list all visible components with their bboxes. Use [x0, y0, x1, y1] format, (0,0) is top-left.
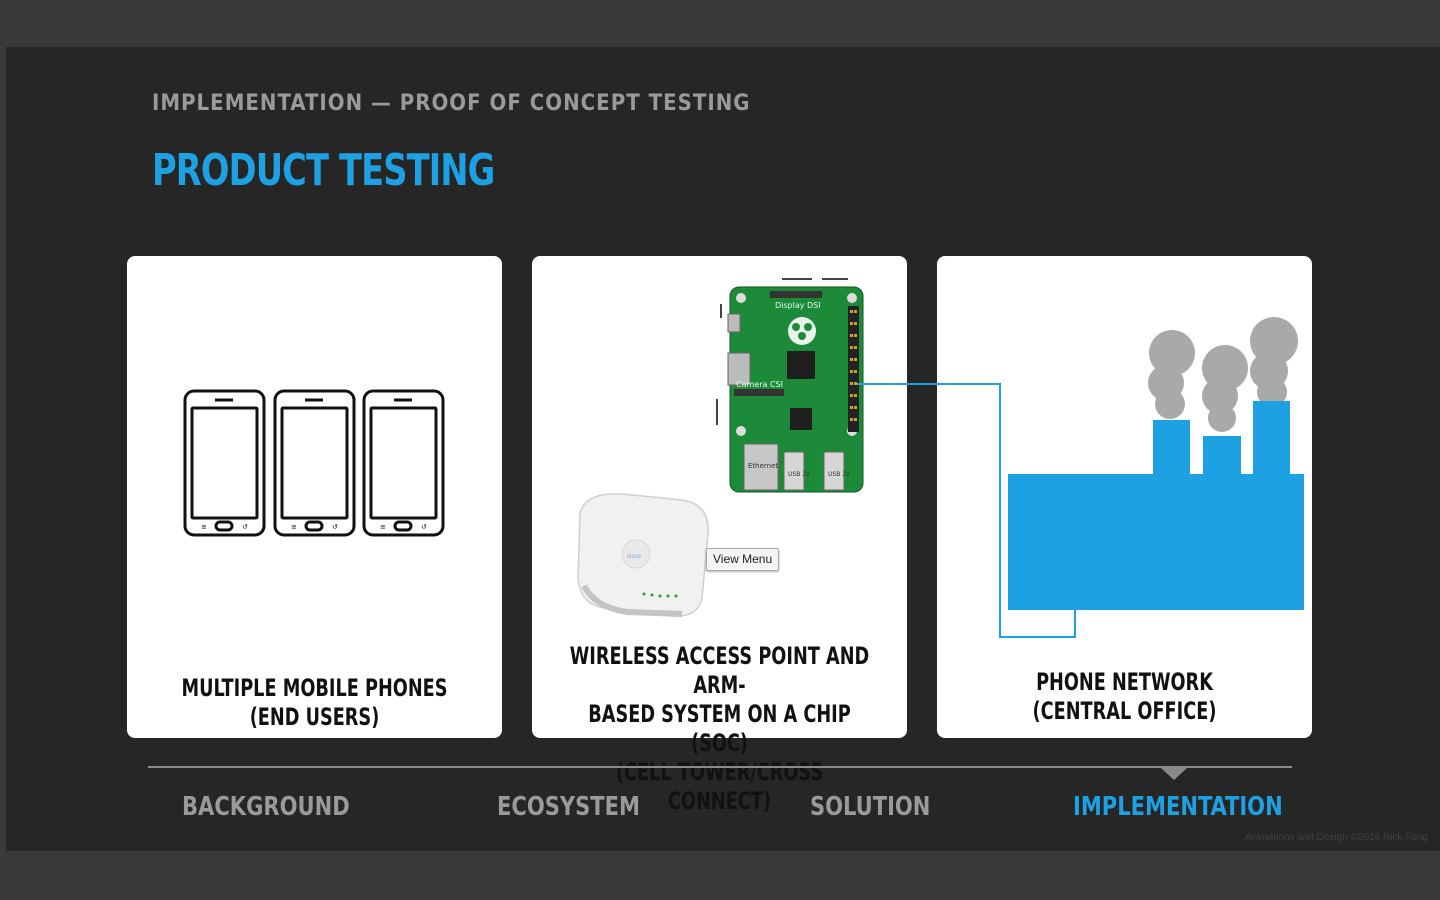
svg-text:USB 2x: USB 2x [788, 471, 810, 478]
svg-text:↺: ↺ [332, 523, 338, 531]
svg-text:Display DSI: Display DSI [775, 301, 821, 310]
access-point-device: cisco [577, 493, 709, 617]
nav-active-caret-icon [1161, 768, 1187, 780]
nav-divider [148, 766, 1292, 768]
card-phone-network: PHONE NETWORK (CENTRAL OFFICE) [937, 256, 1312, 738]
factory-icon [1008, 317, 1304, 610]
nav-item-implementation[interactable]: IMPLEMENTATION [1073, 792, 1283, 822]
smartphones-icon: ≡ ↺ ≡ ↺ ≡ ↺ [183, 389, 445, 537]
svg-text:≡: ≡ [380, 523, 386, 531]
svg-text:≡: ≡ [291, 523, 297, 531]
svg-text:↺: ↺ [421, 523, 427, 531]
card-label: MULTIPLE MOBILE PHONES (END USERS) [181, 674, 448, 731]
svg-text:Camera CSI: Camera CSI [736, 380, 783, 389]
nav-item-solution[interactable]: SOLUTION [810, 792, 930, 822]
section-kicker: IMPLEMENTATION — PROOF OF CONCEPT TESTIN… [152, 91, 751, 116]
nav-item-background[interactable]: BACKGROUND [182, 792, 350, 822]
svg-text:↺: ↺ [242, 523, 248, 531]
svg-text:USB 2x: USB 2x [828, 471, 850, 478]
svg-text:cisco: cisco [627, 554, 641, 560]
svg-text:Ethernet: Ethernet [748, 462, 778, 470]
card-access-point-soc: Display DSI Camera CSI Ethernet USB 2x U… [532, 256, 907, 815]
card-label: WIRELESS ACCESS POINT AND ARM- BASED SYS… [569, 642, 870, 815]
view-menu-tooltip[interactable]: View Menu [706, 548, 780, 571]
credit-text: Animations and Design ©2016 Nick Fong [1244, 832, 1428, 843]
card-mobile-phones: ≡ ↺ ≡ ↺ ≡ ↺ MULTIPLE MOBILE PHONES (END USE… [127, 256, 502, 738]
page-title: PRODUCT TESTING [152, 145, 495, 196]
slide: IMPLEMENTATION — PROOF OF CONCEPT TESTIN… [6, 47, 1440, 851]
nav-item-ecosystem[interactable]: ECOSYSTEM [497, 792, 640, 822]
card-label: PHONE NETWORK (CENTRAL OFFICE) [1032, 668, 1217, 725]
svg-text:≡: ≡ [201, 523, 207, 531]
